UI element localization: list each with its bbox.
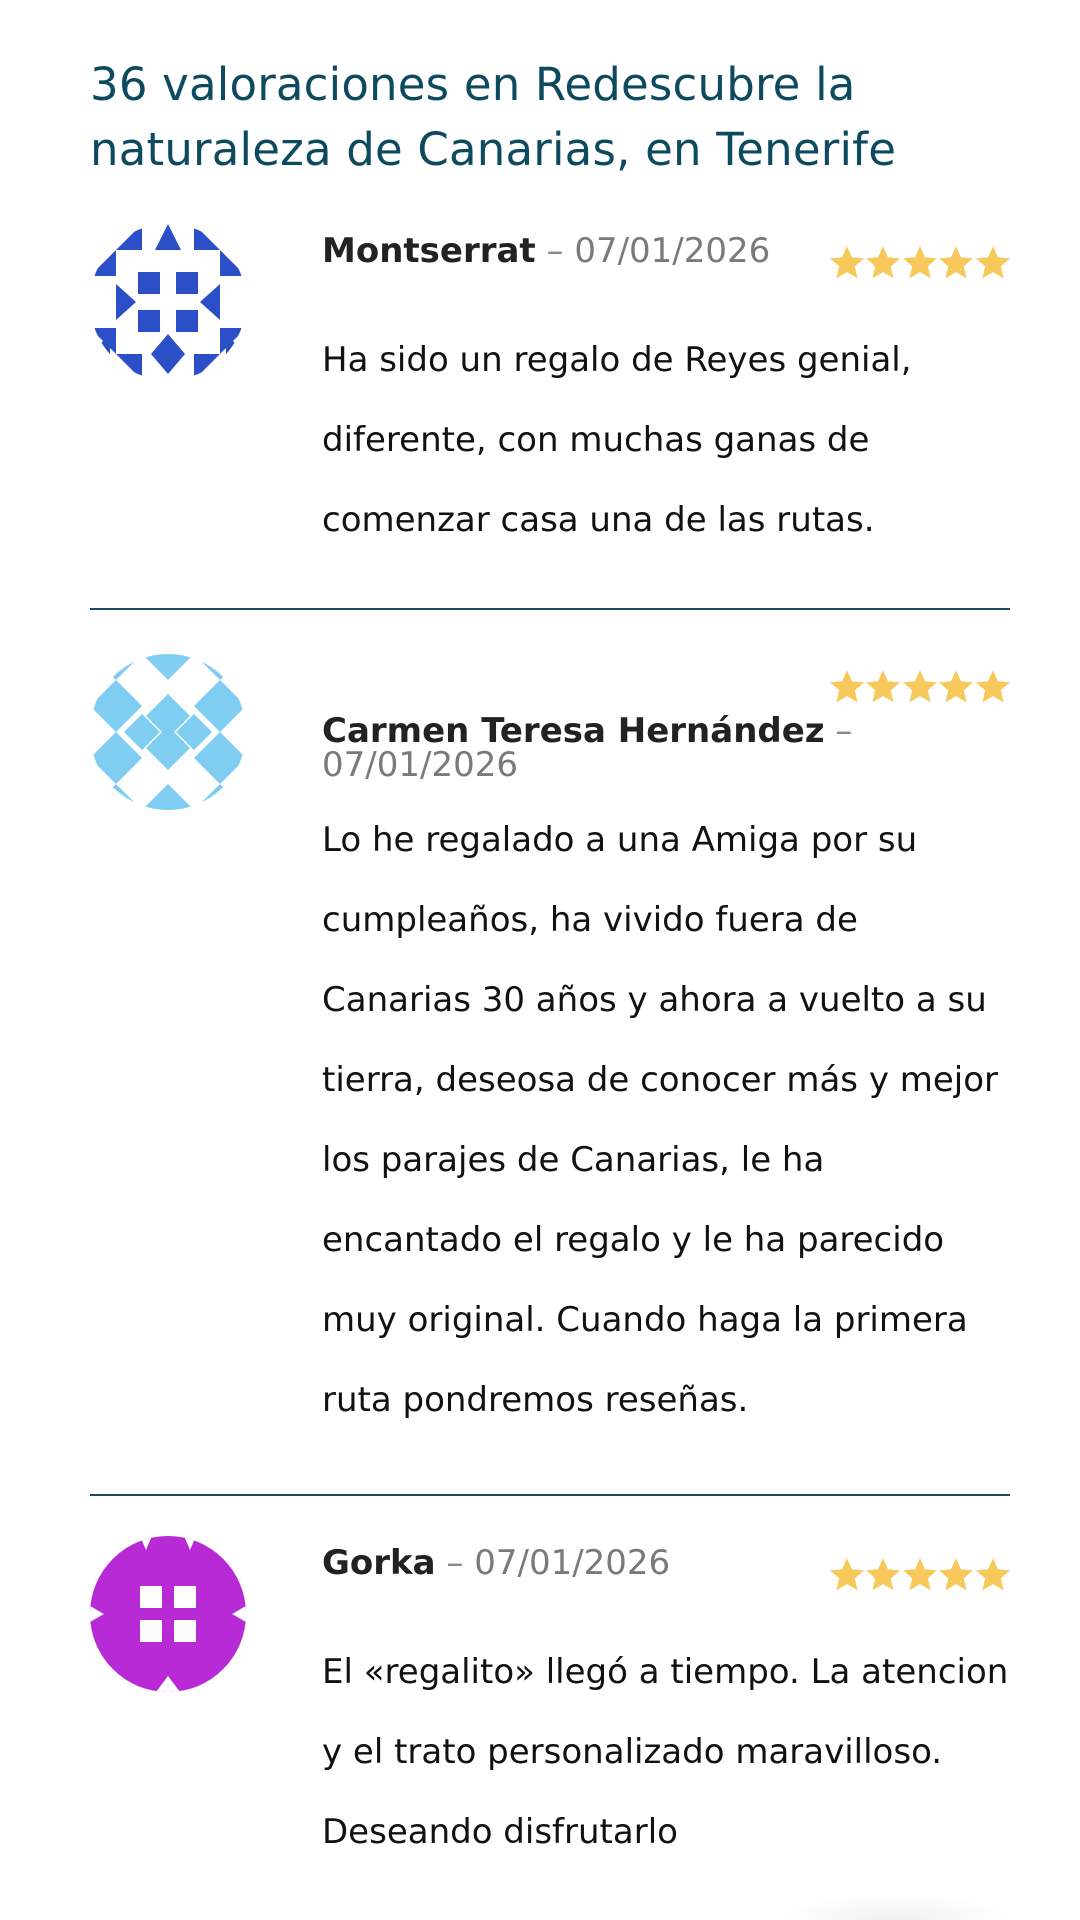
star-icon — [937, 244, 974, 280]
review-date: 07/01/2026 — [322, 745, 518, 785]
star-icon — [974, 1556, 1010, 1592]
reviews-heading: 36 valoraciones en Redescubre la natural… — [90, 58, 897, 176]
review-author: Gorka — [322, 1543, 436, 1583]
scroll-shadow — [780, 1894, 1010, 1920]
identicon-icon — [90, 1536, 246, 1692]
star-rating — [828, 668, 1010, 708]
star-rating — [828, 244, 1010, 284]
star-icon — [937, 668, 974, 704]
star-icon — [937, 1556, 974, 1592]
identicon-icon — [90, 224, 246, 380]
star-icon — [901, 244, 937, 280]
identicon-icon — [90, 654, 246, 810]
review-author: Montserrat — [322, 231, 536, 271]
review-meta: Montserrat – 07/01/2026 — [322, 234, 770, 268]
star-icon — [974, 244, 1010, 280]
meta-separator: – — [824, 711, 853, 751]
star-icon — [864, 668, 901, 704]
review-meta: Carmen Teresa Hernández – 07/01/2026 — [322, 714, 882, 782]
review-date: 07/01/2026 — [574, 231, 771, 271]
review-date: 07/01/2026 — [474, 1543, 671, 1583]
avatar — [90, 1536, 246, 1692]
avatar — [90, 224, 246, 380]
divider — [90, 608, 1010, 610]
review-meta: Gorka – 07/01/2026 — [322, 1546, 670, 1580]
star-icon — [974, 668, 1010, 704]
divider — [90, 1494, 1010, 1496]
star-icon — [828, 1556, 864, 1592]
review-text: Lo he regalado a una Amiga por su cumple… — [322, 820, 999, 1420]
review-text: Ha sido un regalo de Reyes genial, difer… — [322, 340, 912, 540]
review-text: El «regalito» llegó a tiempo. La atencio… — [322, 1652, 1009, 1852]
star-icon — [828, 668, 864, 704]
star-icon — [901, 1556, 937, 1592]
star-rating — [828, 1556, 1010, 1596]
star-icon — [828, 244, 864, 280]
meta-separator: – — [535, 231, 575, 271]
avatar — [90, 654, 246, 810]
star-icon — [864, 1556, 901, 1592]
meta-separator: – — [435, 1543, 475, 1583]
star-icon — [901, 668, 937, 704]
star-icon — [864, 244, 901, 280]
